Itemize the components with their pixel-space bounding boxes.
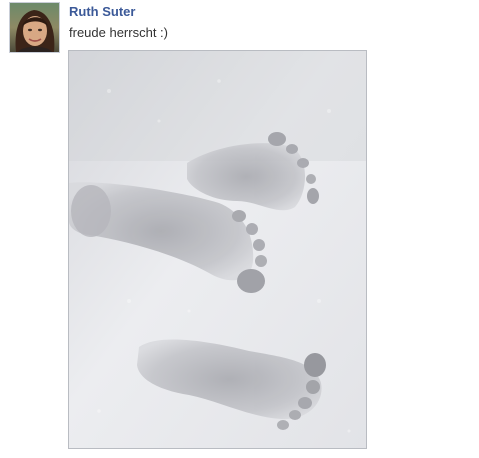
snow-footprints-photo-icon [69,51,366,448]
feed-post: Ruth Suter freude herrscht :) [0,0,479,458]
author-name-link[interactable]: Ruth Suter [69,4,135,19]
avatar-image [10,3,59,52]
author-avatar[interactable] [9,2,60,53]
post-photo[interactable] [68,50,367,449]
post-message: freude herrscht :) [69,25,168,40]
